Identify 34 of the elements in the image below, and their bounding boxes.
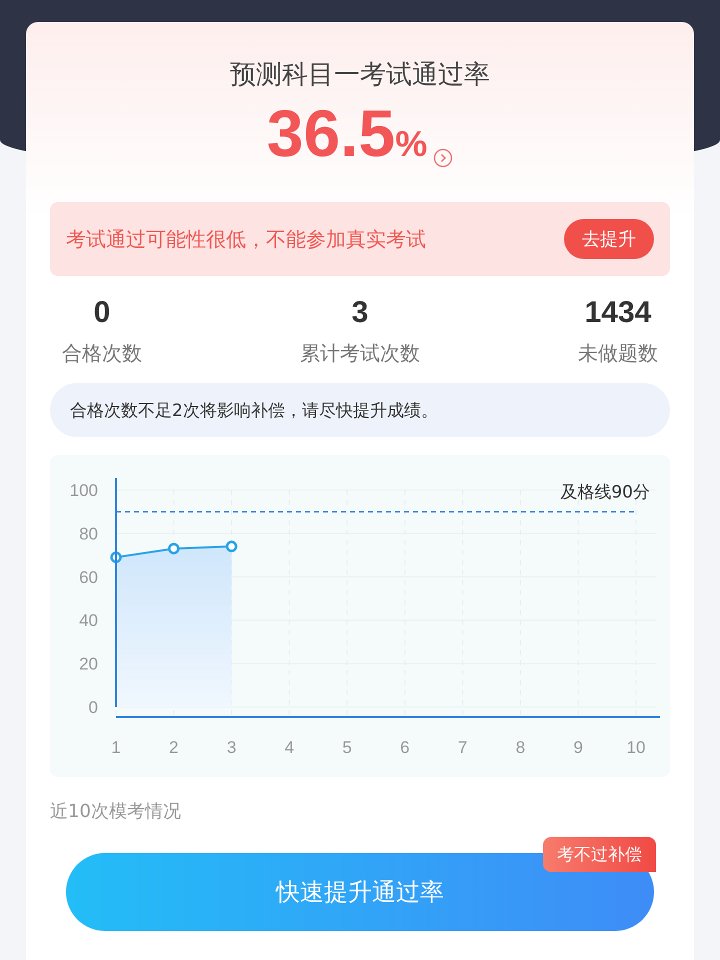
stat-label: 累计考试次数 xyxy=(300,340,420,367)
stat-value: 3 xyxy=(352,296,368,330)
pass-line-label: 及格线90分 xyxy=(560,482,650,503)
improve-button[interactable]: 去提升 xyxy=(564,219,654,259)
stat-value: 0 xyxy=(94,296,110,330)
chart-caption: 近10次模考情况 xyxy=(50,800,182,823)
chevron-right-icon[interactable] xyxy=(433,148,454,168)
pass-rate: 36.5% xyxy=(266,97,428,172)
data-point xyxy=(110,552,122,564)
y-tick-label: 40 xyxy=(79,611,98,630)
y-tick-label: 20 xyxy=(79,654,98,674)
x-tick-label: 9 xyxy=(574,738,583,757)
y-tick-label: 80 xyxy=(79,524,98,544)
x-tick-label: 7 xyxy=(458,738,468,757)
compensation-badge: 考不过补偿 xyxy=(543,837,656,872)
warning-text: 考试通过可能性很低，不能参加真实考试 xyxy=(66,226,426,252)
data-point xyxy=(168,542,180,554)
y-tick-label: 60 xyxy=(79,568,98,587)
y-tick-label: 0 xyxy=(88,698,98,717)
stat-label: 未做题数 xyxy=(578,340,658,367)
data-point xyxy=(226,540,238,552)
y-tick-label: 100 xyxy=(70,481,98,500)
page-title: 预测科目一考试通过率 xyxy=(229,59,491,92)
notice-text: 合格次数不足2次将影响补偿，请尽快提升成绩。 xyxy=(70,400,438,422)
x-tick-label: 1 xyxy=(111,738,121,757)
x-tick-label: 3 xyxy=(226,738,236,757)
stat-label: 合格次数 xyxy=(62,340,142,367)
stat-value: 1434 xyxy=(584,296,652,330)
x-tick-label: 10 xyxy=(626,738,646,757)
x-tick-label: 5 xyxy=(342,738,352,757)
x-tick-label: 4 xyxy=(284,738,294,757)
x-tick-label: 8 xyxy=(516,738,526,757)
x-tick-label: 6 xyxy=(400,738,410,757)
x-tick-label: 2 xyxy=(169,738,178,757)
